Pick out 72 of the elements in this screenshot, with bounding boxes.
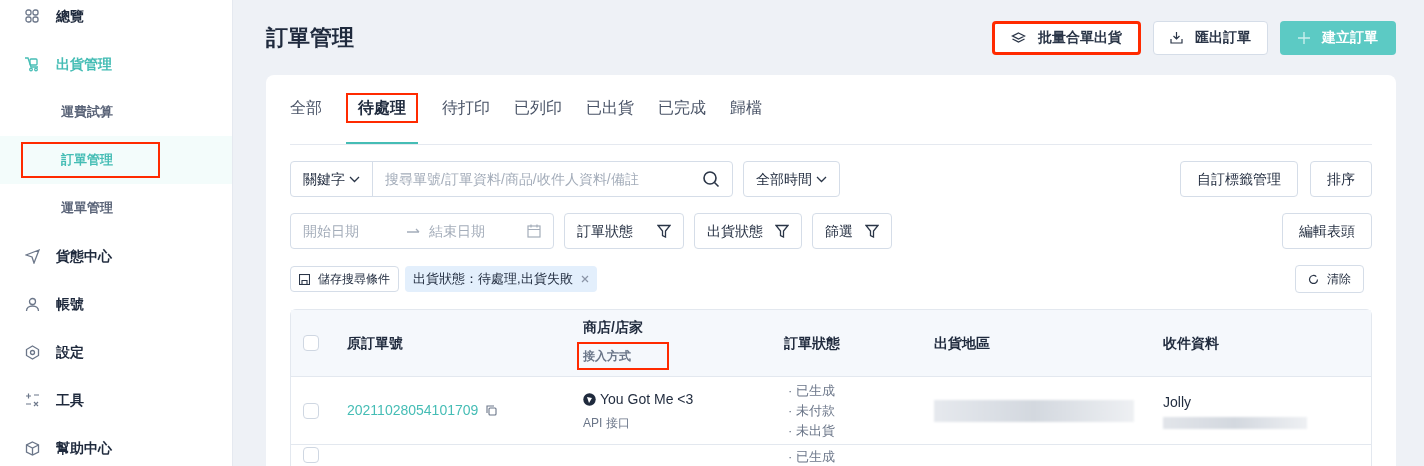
column-header: 商店/店家 (583, 317, 644, 337)
sidebar-subitem[interactable]: 運單管理 (21, 190, 160, 226)
store-logo-icon (583, 393, 596, 406)
status-tab[interactable]: 待處理 (346, 74, 418, 144)
chevron-down-icon (349, 175, 360, 183)
save-icon (299, 273, 310, 285)
search-icon[interactable] (702, 170, 720, 188)
column-header: 出貨地區 (934, 333, 991, 353)
store-name: You Got Me <3 (600, 390, 694, 409)
chevron-down-icon (816, 175, 827, 183)
status-tab[interactable]: 待打印 (442, 74, 490, 144)
download-icon (1170, 31, 1183, 44)
integration-method: API 接口 (583, 415, 631, 432)
sidebar-item[interactable]: 幫助中心 (56, 437, 112, 459)
plus-icon (1298, 31, 1310, 44)
end-date-placeholder: 結束日期 (429, 221, 486, 241)
sidebar-item[interactable]: 工具 (56, 389, 84, 411)
order-status: · 已生成 (787, 448, 836, 466)
keyword-search-field[interactable]: 關鍵字 搜尋單號/訂單資料/商品/收件人資料/備註 (290, 161, 733, 197)
status-tab[interactable]: 已列印 (514, 74, 562, 144)
filter-icon (657, 224, 671, 238)
edit-header-button[interactable]: 編輯表頭 (1282, 213, 1372, 249)
layers-icon (1011, 31, 1026, 44)
hexagon-icon (24, 344, 40, 360)
order-status: · 已生成 (787, 381, 836, 400)
time-select[interactable]: 全部時間 (743, 161, 840, 197)
clear-button[interactable]: 清除 (1295, 265, 1364, 293)
order-status: · 未付款 (787, 401, 836, 420)
arrow-icon (407, 227, 421, 235)
user-icon (24, 296, 40, 312)
filter-button[interactable]: 篩選 (812, 213, 892, 249)
sidebar-item[interactable]: 貨態中心 (56, 245, 112, 267)
sidebar-subitem[interactable]: 運費試算 (21, 94, 160, 130)
status-tab[interactable]: 全部 (290, 74, 322, 144)
custom-tags-button[interactable]: 自訂標籤管理 (1180, 161, 1298, 197)
sort-button[interactable]: 排序 (1310, 161, 1372, 197)
cart-icon (24, 56, 40, 72)
checkbox[interactable] (303, 335, 319, 351)
sidebar-item[interactable]: 帳號 (56, 293, 84, 315)
page-title: 訂單管理 (266, 24, 355, 52)
recipient-name: Jolly (1163, 393, 1192, 412)
status-tab[interactable]: 已完成 (658, 74, 706, 144)
merge-ship-button[interactable]: 批量合單出貨 (992, 20, 1141, 55)
refresh-icon (1308, 273, 1319, 285)
filter-icon (865, 224, 879, 238)
column-subheader: 接入方式 (577, 341, 669, 370)
filter-icon (775, 224, 789, 238)
filter-button[interactable]: 出貨狀態 (694, 213, 802, 249)
calendar-icon (527, 224, 541, 238)
filter-button[interactable]: 訂單狀態 (564, 213, 684, 249)
checkbox[interactable] (303, 402, 319, 419)
search-placeholder: 搜尋單號/訂單資料/商品/收件人資料/備註 (384, 169, 640, 189)
sidebar-item[interactable]: 總覽 (56, 5, 84, 27)
close-icon[interactable] (580, 275, 589, 283)
export-button[interactable]: 匯出訂單 (1153, 20, 1268, 55)
order-status: · 未出貨 (787, 421, 836, 440)
grid-icon (25, 9, 39, 23)
send-icon (24, 248, 40, 264)
keyword-select[interactable]: 關鍵字 (291, 162, 373, 196)
checkbox[interactable] (303, 447, 319, 463)
start-date-placeholder: 開始日期 (303, 221, 360, 241)
column-header: 訂單狀態 (784, 333, 841, 353)
status-tab[interactable]: 歸檔 (730, 74, 762, 144)
column-header: 原訂單號 (347, 333, 404, 353)
sidebar-item[interactable]: 設定 (56, 341, 84, 363)
copy-icon[interactable] (486, 405, 498, 416)
status-tab[interactable]: 已出貨 (586, 74, 634, 144)
save-search-button[interactable]: 儲存搜尋條件 (290, 266, 399, 292)
filter-tag: 出貨狀態：待處理,出貨失敗 (405, 266, 597, 292)
calculator-icon (24, 392, 40, 408)
box-icon (24, 440, 40, 456)
column-header: 收件資料 (1163, 333, 1220, 353)
